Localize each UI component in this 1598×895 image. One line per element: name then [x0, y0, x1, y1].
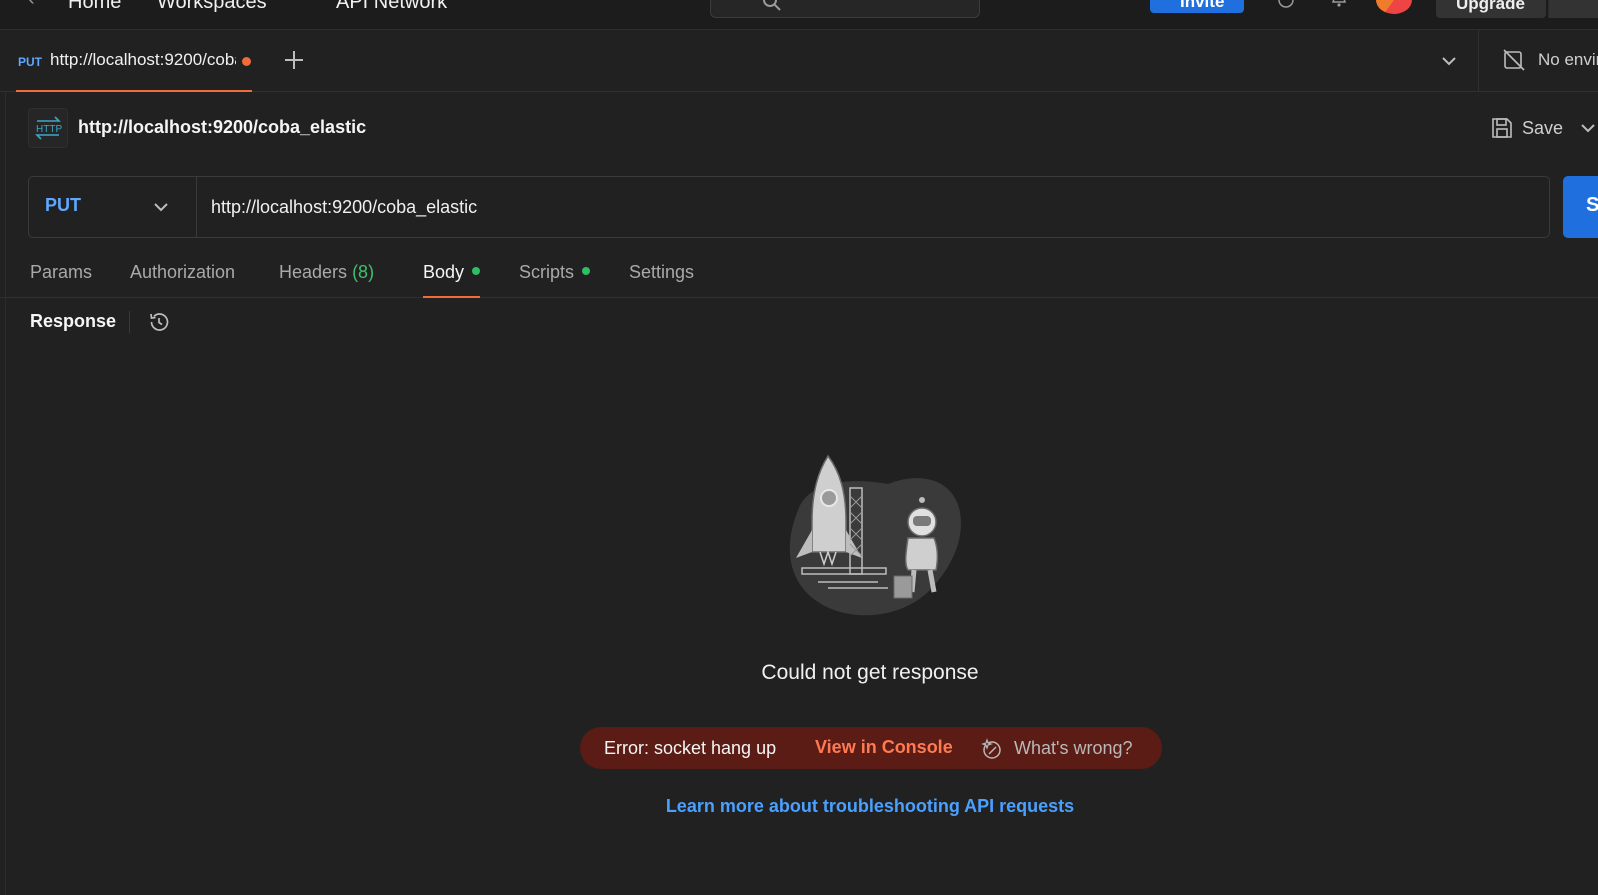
nav-api-network[interactable]: API Network — [336, 0, 447, 14]
http-request-icon-box: HTTP — [28, 108, 68, 148]
environment-selector[interactable]: No environment — [1502, 48, 1598, 74]
headers-count-badge: (8) — [352, 262, 375, 282]
tab-settings[interactable]: Settings — [629, 262, 694, 298]
nav-home[interactable]: Home — [68, 0, 121, 14]
troubleshooting-link[interactable]: Learn more about troubleshooting API req… — [0, 796, 1598, 817]
http-method-value: PUT — [45, 195, 81, 215]
tab-scripts-label: Scripts — [519, 262, 575, 282]
request-tab[interactable]: PUT http://localhost:9200/coba_elastic — [16, 30, 252, 92]
save-button[interactable]: Save — [1490, 116, 1570, 142]
error-banner: Error: socket hang up View in Console Wh… — [580, 727, 1162, 769]
tab-headers[interactable]: Headers (8) — [279, 262, 374, 298]
request-tab-bar: PUT http://localhost:9200/coba_elastic N… — [0, 30, 1598, 92]
save-label: Save — [1522, 118, 1564, 138]
ai-sparkle-icon — [981, 738, 1001, 759]
invite-button[interactable]: Invite — [1150, 0, 1244, 13]
settings-gear-icon[interactable] — [1275, 0, 1297, 14]
sidebar-border — [5, 92, 6, 895]
send-button[interactable]: Send — [1563, 176, 1598, 238]
tab-params[interactable]: Params — [30, 262, 92, 298]
url-input[interactable] — [211, 191, 1531, 223]
save-disk-icon — [1492, 118, 1512, 138]
history-icon[interactable] — [147, 310, 171, 334]
rocket-astronaut-illustration — [789, 454, 961, 616]
new-tab-plus-icon[interactable] — [282, 48, 306, 72]
upgrade-dropdown-button[interactable] — [1548, 0, 1598, 18]
upgrade-button[interactable]: Upgrade — [1436, 0, 1546, 18]
back-arrow-icon[interactable]: ‹ — [28, 0, 35, 11]
global-search[interactable] — [710, 0, 980, 18]
request-config-tabs: Params Authorization Headers (8) Body Sc… — [0, 256, 1598, 298]
search-icon — [763, 0, 781, 11]
tab-method-badge: PUT — [18, 55, 42, 69]
request-url-bar: PUT — [28, 176, 1550, 238]
http-method-select[interactable]: PUT — [29, 177, 197, 237]
chevron-down-icon — [154, 203, 168, 212]
notification-bell-icon[interactable] — [1328, 0, 1350, 14]
http-icon: HTTP — [35, 116, 62, 140]
no-environment-icon — [1503, 49, 1525, 71]
user-avatar[interactable] — [1376, 0, 1412, 14]
chevron-down-icon[interactable] — [1440, 54, 1458, 68]
tab-authorization[interactable]: Authorization — [130, 262, 235, 298]
no-response-message: Could not get response — [761, 661, 979, 684]
save-dropdown-chevron-icon[interactable] — [1580, 122, 1596, 134]
svg-text:HTTP: HTTP — [36, 124, 62, 135]
whats-wrong-label: What's wrong? — [1014, 738, 1133, 758]
divider — [1478, 30, 1479, 92]
request-name-title[interactable]: http://localhost:9200/coba_elastic — [78, 117, 366, 138]
response-heading: Response — [30, 311, 117, 331]
error-message: Error: socket hang up — [604, 738, 777, 758]
environment-label: No environment — [1538, 50, 1598, 69]
tab-headers-label: Headers — [279, 262, 348, 282]
tab-url-label: http://localhost:9200/coba_elastic — [50, 50, 236, 69]
unsaved-changes-dot — [242, 57, 251, 66]
body-has-content-dot — [472, 267, 481, 275]
tab-body-label: Body — [423, 262, 465, 282]
tab-body[interactable]: Body — [423, 262, 481, 298]
nav-workspaces[interactable]: Workspaces — [157, 0, 267, 14]
divider — [129, 311, 130, 333]
scripts-has-content-dot — [582, 267, 591, 275]
view-in-console-link[interactable]: View in Console — [815, 737, 953, 758]
top-navigation-bar: ‹ Home Workspaces API Network Invite Upg… — [0, 0, 1598, 30]
tab-scripts[interactable]: Scripts — [519, 262, 591, 298]
